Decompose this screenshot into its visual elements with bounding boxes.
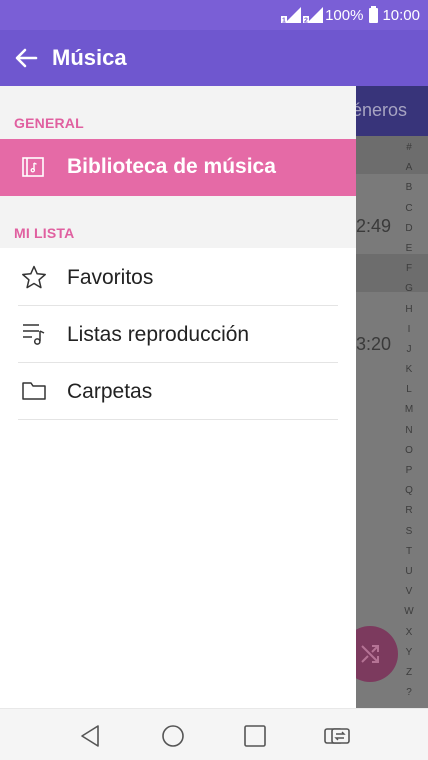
index-letter: G bbox=[405, 283, 413, 295]
index-letter: L bbox=[406, 384, 412, 396]
track-duration: 2:49 bbox=[356, 216, 392, 236]
index-letter: K bbox=[405, 364, 413, 376]
index-letter: M bbox=[404, 404, 414, 416]
drawer-item-biblioteca[interactable]: Biblioteca de música bbox=[0, 139, 356, 196]
drawer-item-label: Favoritos bbox=[67, 266, 154, 289]
index-letter: R bbox=[405, 505, 413, 517]
index-letter: Q bbox=[405, 485, 413, 497]
status-icons: 1 2 100% 10:00 bbox=[281, 5, 420, 25]
drawer-item-favoritos[interactable]: Favoritos bbox=[0, 249, 356, 306]
shuffle-icon bbox=[361, 645, 379, 663]
track-duration: 3:20 bbox=[356, 334, 392, 354]
navigation-drawer: GENERAL Biblioteca de música MI LISTA Fa… bbox=[0, 86, 356, 708]
battery-icon bbox=[369, 5, 379, 23]
index-letter: O bbox=[405, 444, 413, 456]
nav-home-icon[interactable] bbox=[160, 723, 186, 749]
battery-percent: 100% bbox=[325, 6, 364, 24]
index-letter: C bbox=[405, 202, 413, 214]
index-letter: N bbox=[405, 424, 413, 436]
index-letter: ? bbox=[406, 687, 412, 699]
background-tabs: éneros bbox=[356, 86, 428, 136]
system-nav-bar bbox=[0, 708, 428, 760]
index-letter: I bbox=[407, 323, 411, 335]
drawer-item-carpetas[interactable]: Carpetas bbox=[0, 363, 356, 420]
nav-switch-sim-icon[interactable] bbox=[323, 723, 350, 749]
index-letter: H bbox=[405, 303, 413, 315]
divider bbox=[18, 419, 338, 420]
index-letter: B bbox=[405, 182, 413, 194]
index-letter: # bbox=[406, 142, 412, 153]
index-letter: U bbox=[405, 565, 413, 577]
clock: 10:00 bbox=[382, 6, 420, 24]
index-letter: D bbox=[405, 222, 413, 234]
alphabet-index: # A B C D E F G H I J K L M N O P Q R S T U V W X Y Z? bbox=[394, 138, 424, 703]
section-header-general bbox=[0, 86, 356, 139]
index-letter: V bbox=[405, 586, 413, 598]
svg-text:2: 2 bbox=[304, 18, 308, 24]
index-letter: X bbox=[405, 626, 413, 638]
index-letter: S bbox=[405, 525, 413, 537]
back-arrow-icon[interactable] bbox=[12, 44, 40, 72]
status-bar: 1 2 100% 10:00 bbox=[0, 0, 428, 30]
tab-generos: éneros bbox=[356, 100, 408, 120]
signal-2-icon: 2 bbox=[303, 7, 324, 24]
page-title: Música bbox=[52, 45, 127, 70]
index-letter: T bbox=[405, 545, 413, 557]
index-letter: E bbox=[405, 242, 413, 254]
nav-recents-icon[interactable] bbox=[242, 723, 268, 749]
section-label-general: GENERAL bbox=[14, 115, 84, 131]
background-content: éneros 2:49 3:20 # A B C D E F G H I J K L M N O P Q R S T U V… bbox=[356, 86, 428, 708]
drawer-item-listas[interactable]: Listas reproducción bbox=[0, 306, 356, 363]
index-letter: W bbox=[404, 606, 414, 618]
folder-icon bbox=[21, 379, 47, 408]
shuffle-button bbox=[356, 626, 398, 682]
index-letter: F bbox=[405, 263, 413, 275]
index-letter: Z bbox=[405, 666, 413, 678]
index-letter: P bbox=[405, 465, 413, 476]
drawer-item-label: Listas reproducción bbox=[67, 323, 250, 346]
app-bar: Música bbox=[0, 30, 428, 86]
svg-text:1: 1 bbox=[282, 18, 286, 24]
star-icon bbox=[21, 265, 47, 294]
drawer-item-label: Carpetas bbox=[67, 380, 153, 403]
section-label-mi-lista: MI LISTA bbox=[14, 225, 75, 241]
music-library-icon bbox=[22, 157, 44, 182]
signal-1-icon: 1 bbox=[281, 7, 302, 24]
nav-back-icon[interactable] bbox=[78, 723, 104, 749]
playlist-icon bbox=[21, 322, 47, 351]
index-letter: J bbox=[406, 343, 412, 355]
index-letter: A bbox=[405, 162, 413, 174]
drawer-item-label: Biblioteca de música bbox=[67, 155, 276, 178]
index-letter: Y bbox=[405, 646, 413, 658]
